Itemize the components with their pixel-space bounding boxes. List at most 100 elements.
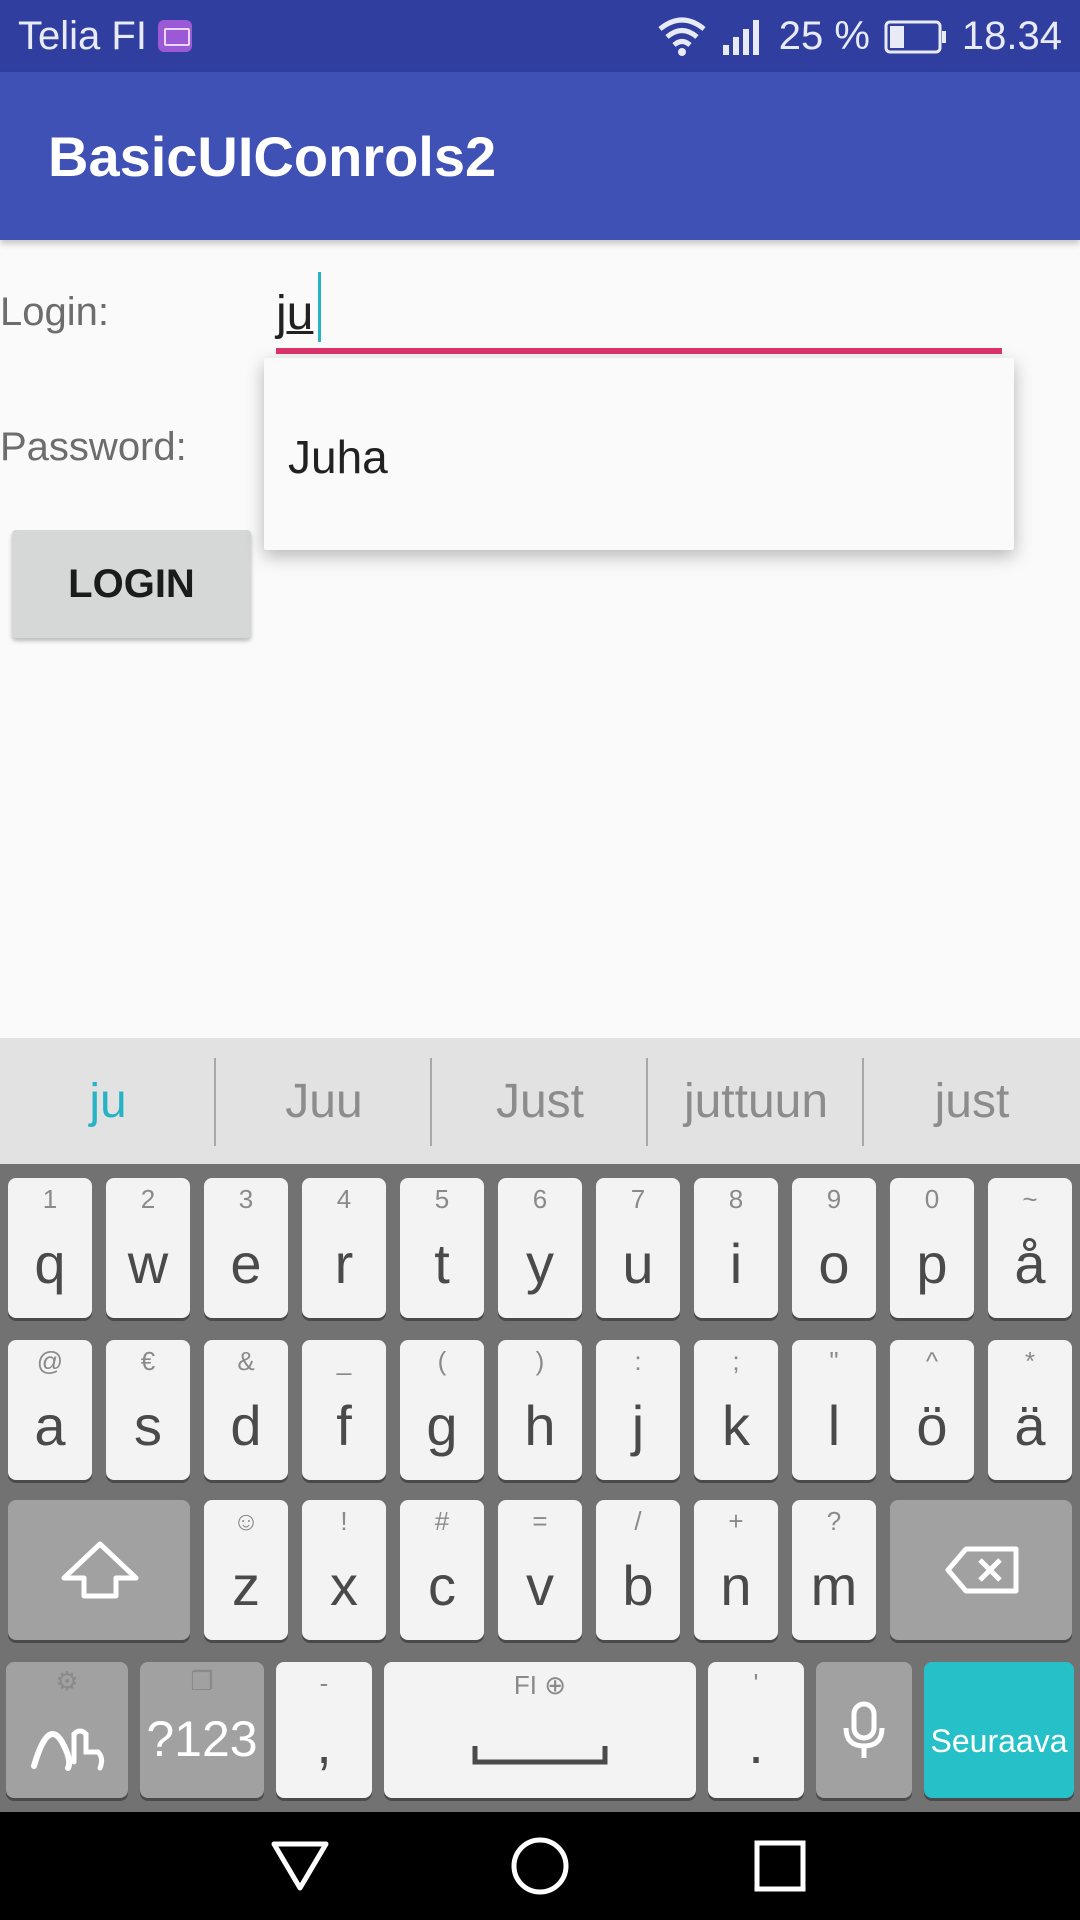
login-button[interactable]: LOGIN [12,530,251,638]
login-input[interactable]: ju [276,270,1002,356]
suggestion-item[interactable]: just [864,1038,1080,1164]
keyboard-notification-icon [158,20,192,52]
key-e[interactable]: 3e [204,1178,288,1318]
key-a[interactable]: @ a [8,1340,92,1480]
key-alt-label: 0 [924,1184,940,1214]
status-bar: Telia FI 25 % 18.34 [0,0,1080,72]
key-u[interactable]: 7u [596,1178,680,1318]
carrier-name: Telia FI [18,14,147,58]
period-key-alt: ' [753,1668,759,1698]
key-g[interactable]: (g [400,1340,484,1480]
key-label: d [230,1394,262,1457]
navigation-bar [0,1812,1080,1920]
key-label: o [818,1232,850,1295]
key-s[interactable]: € s [106,1340,190,1480]
shift-key[interactable] [8,1500,190,1640]
key-alt-label: 8 [728,1184,744,1214]
backspace-icon [945,1546,1019,1594]
key-k[interactable]: ; k [694,1340,778,1480]
period-key[interactable]: ' . [708,1662,804,1798]
key-label: m [810,1554,858,1617]
key-label: f [336,1394,352,1457]
key-alt-label: ^ [925,1346,939,1376]
key-alt-label: * [1024,1346,1036,1376]
key-label: z [232,1554,260,1617]
key-v[interactable]: = v [498,1500,582,1640]
key-ä[interactable]: * ä [988,1340,1072,1480]
autocomplete-item[interactable]: Juha [288,430,388,484]
key-n[interactable]: + n [694,1500,778,1640]
key-label: r [334,1232,354,1295]
key-f[interactable]: _ f [302,1340,386,1480]
period-key-label: . [748,1712,764,1775]
key-alt-label: ; [732,1346,740,1376]
battery-icon [884,20,946,53]
key-x[interactable]: ! x [302,1500,386,1640]
key-alt-label: ~ [1022,1184,1038,1214]
space-bar-icon [472,1746,608,1765]
key-alt-label: 7 [630,1184,646,1214]
suggestion-item[interactable]: juttuun [648,1038,864,1164]
comma-key[interactable]: - , [276,1662,372,1798]
autocomplete-dropdown: Juha [264,358,1014,550]
key-alt-label: 1 [42,1184,58,1214]
key-y[interactable]: 6y [498,1178,582,1318]
settings-icon: ⚙ [55,1666,79,1696]
key-w[interactable]: 2w [106,1178,190,1318]
comma-key-alt: - [319,1668,329,1698]
key-label: n [720,1554,752,1617]
battery-percent: 25 % [778,14,870,58]
nav-home-icon[interactable] [510,1836,570,1896]
key-label: y [526,1232,554,1295]
suggestion-item[interactable]: Juu [216,1038,432,1164]
key-alt-label: ☺ [232,1506,260,1536]
nav-recents-icon[interactable] [754,1840,806,1892]
shift-icon [61,1541,139,1599]
space-key[interactable]: FI ⊕ [384,1662,696,1798]
key-alt-label: 6 [532,1184,548,1214]
key-alt-label: " [829,1346,839,1376]
key-r[interactable]: 4r [302,1178,386,1318]
key-label: a [34,1394,66,1457]
key-d[interactable]: & d [204,1340,288,1480]
key-ö[interactable]: ^ ö [890,1340,974,1480]
key-j[interactable]: :j [596,1340,680,1480]
key-c[interactable]: # c [400,1500,484,1640]
key-b[interactable]: / b [596,1500,680,1640]
nav-back-icon[interactable] [270,1840,330,1892]
key-m[interactable]: ? m [792,1500,876,1640]
voice-input-key[interactable] [816,1662,912,1798]
gesture-settings-key[interactable]: ⚙ [6,1662,128,1798]
suggestion-text: Juu [285,1074,363,1128]
space-key-language: FI ⊕ [384,1670,696,1701]
login-input-text: ju [276,287,314,340]
microphone-icon [843,1701,885,1758]
app-title: BasicUIConrols2 [48,125,497,188]
key-q[interactable]: 1q [8,1178,92,1318]
key-label: t [434,1232,450,1295]
key-å[interactable]: ~ å [988,1178,1072,1318]
key-alt-label: € [140,1346,156,1376]
key-l[interactable]: " l [792,1340,876,1480]
key-alt-label: / [634,1506,642,1536]
text-cursor [318,272,321,342]
key-i[interactable]: 8i [694,1178,778,1318]
key-o[interactable]: 9o [792,1178,876,1318]
next-action-key[interactable]: Seuraava [924,1662,1074,1798]
symbols-key[interactable]: ❐ ?123 [140,1662,264,1798]
key-z[interactable]: ☺ z [204,1500,288,1640]
key-label: x [330,1554,358,1617]
suggestion-text: ju [89,1074,127,1128]
suggestion-item[interactable]: ju [0,1038,216,1164]
suggestion-text: just [934,1074,1010,1128]
key-alt-label: ? [826,1506,842,1536]
key-h[interactable]: ) h [498,1340,582,1480]
key-label: u [622,1232,654,1295]
key-p[interactable]: 0p [890,1178,974,1318]
key-t[interactable]: 5t [400,1178,484,1318]
app-bar: BasicUIConrols2 [0,72,1080,240]
key-label: h [524,1394,556,1457]
suggestion-item[interactable]: Just [432,1038,648,1164]
backspace-key[interactable] [890,1500,1072,1640]
key-label: e [230,1232,262,1295]
